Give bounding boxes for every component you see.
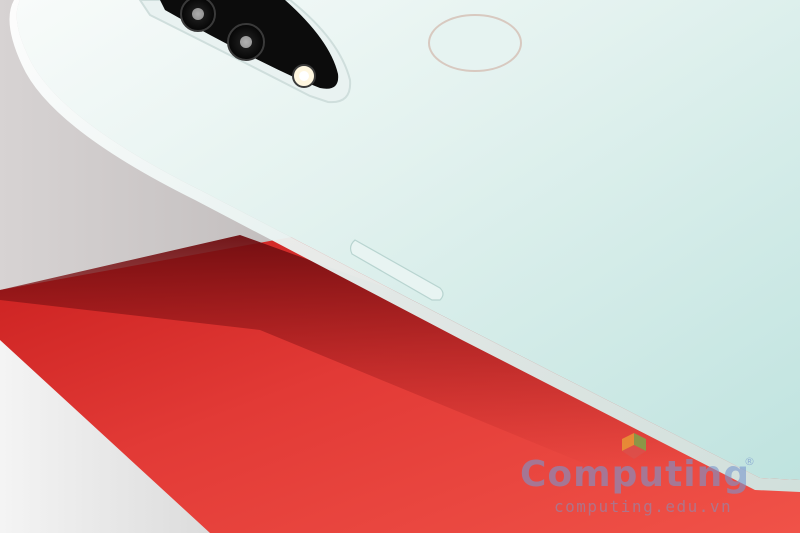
registered-mark: ® xyxy=(744,455,755,468)
fingerprint-sensor xyxy=(428,14,522,72)
watermark-brand: Computing xyxy=(520,454,751,495)
watermark-url: computing.edu.vn xyxy=(554,497,733,516)
watermark: Computing ® computing.edu.vn xyxy=(520,429,780,525)
product-photo: Computing ® computing.edu.vn xyxy=(0,0,800,533)
